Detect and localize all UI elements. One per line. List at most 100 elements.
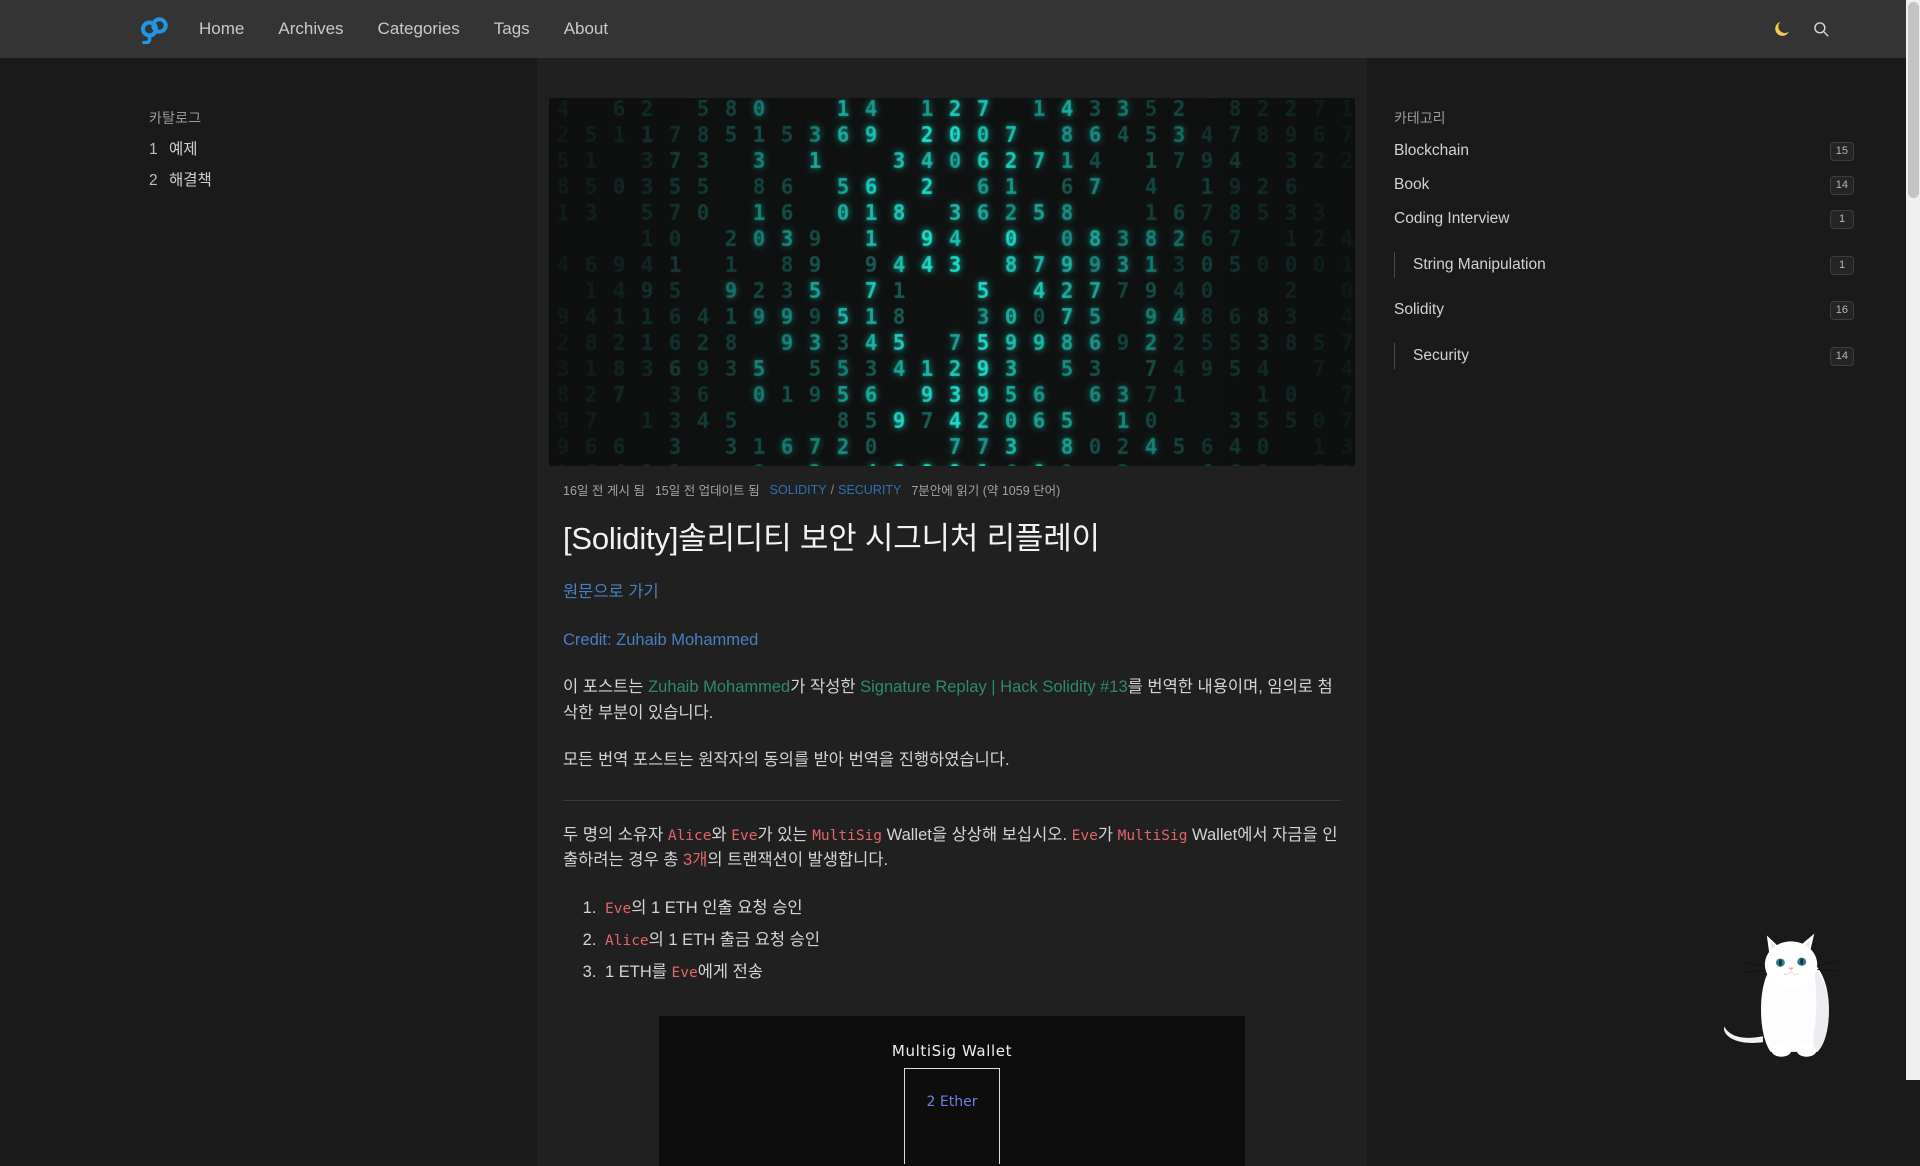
nav-item-home[interactable]: Home <box>182 0 261 58</box>
page-title: [Solidity]솔리디티 보안 시그니처 리플레이 <box>563 521 1100 556</box>
post-body: 원문으로 가기 Credit: Zuhaib Mohammed 이 포스트는 Z… <box>537 580 1367 1166</box>
intro-text-a: 이 포스트는 <box>563 678 649 697</box>
post-category-link[interactable]: SOLIDITY <box>770 483 827 497</box>
category-item-string-manipulation[interactable]: String Manipulation 1 <box>1367 248 1867 282</box>
nav-item-about[interactable]: About <box>547 0 625 58</box>
original-article-link[interactable]: Signature Replay | Hack Solidity #13 <box>860 678 1128 696</box>
category-count-badge: 14 <box>1829 175 1854 195</box>
intro-text-b: 가 작성한 <box>790 678 861 697</box>
step-code-3: Eve <box>671 965 698 982</box>
list-item: Eve의 1 ETH 인출 요청 승인 <box>601 892 1341 924</box>
matrix-digits-canvas <box>549 98 1355 466</box>
category-label: Solidity <box>1394 301 1444 318</box>
top-navbar: Home Archives Categories Tags About <box>0 0 1920 58</box>
meta-separator: / <box>830 482 835 497</box>
original-source-link[interactable]: 원문으로 가기 <box>563 583 659 601</box>
toc-list: 1 예제 2 해결책 <box>149 137 212 199</box>
go-logo-icon <box>141 17 168 44</box>
category-count-badge: 1 <box>1830 209 1854 229</box>
author-link[interactable]: Zuhaib Mohammed <box>648 678 790 696</box>
body-text-a: 두 명의 소유자 <box>563 825 668 844</box>
inline-code-multisig-2: MultiSig <box>1117 827 1188 844</box>
category-item-book[interactable]: Book 14 <box>1367 168 1867 202</box>
diagram-ether-amount: 2 Ether <box>926 1094 978 1111</box>
body-text-d: Wallet을 상상해 보십시오. <box>882 825 1072 844</box>
step-text-3: 에게 전송 <box>697 963 764 982</box>
body-paragraph-1: 두 명의 소유자 Alice와 Eve가 있는 MultiSig Wallet을… <box>563 823 1341 874</box>
body-text-g: 의 트랜잭션이 발생합니다. <box>707 851 889 870</box>
credit-paragraph: Credit: Zuhaib Mohammed <box>563 628 1341 654</box>
category-label: Security <box>1413 347 1469 364</box>
categories-title: 카테고리 <box>1394 110 1446 126</box>
body-text-c: 가 있는 <box>757 825 813 844</box>
step-text-1: 의 1 ETH 인출 요청 승인 <box>631 898 803 917</box>
post-meta: 16일 전 게시 됨 15일 전 업데이트 됨 SOLIDITY / SECUR… <box>563 480 1367 499</box>
categories-sidebar: 카테고리 Blockchain 15 Book 14 Coding Interv… <box>1367 58 1920 1080</box>
section-divider <box>563 799 1341 801</box>
body-text-b: 와 <box>711 825 732 844</box>
site-logo[interactable] <box>133 10 171 48</box>
page-scrollbar-thumb[interactable] <box>1908 2 1919 198</box>
category-label: Blockchain <box>1394 142 1469 159</box>
toc-title: 카탈로그 <box>149 110 202 126</box>
inline-code-multisig: MultiSig <box>812 827 883 844</box>
page-body: 카탈로그 1 예제 2 해결책 16일 전 게시 됨 15일 전 업데이트 됨 … <box>0 58 1920 1166</box>
multisig-wallet-diagram: MultiSig Wallet 2 Ether <box>659 1016 1245 1166</box>
post-published-date: 16일 전 게시 됨 <box>563 484 645 498</box>
toc-item-label: 해결책 <box>169 172 212 189</box>
nav-item-archives[interactable]: Archives <box>261 0 360 58</box>
step-code-1: Eve <box>605 900 632 917</box>
category-label: Coding Interview <box>1394 210 1510 227</box>
toc-item-label: 예제 <box>169 141 198 158</box>
toc-item-example[interactable]: 1 예제 <box>149 137 212 159</box>
list-item: 2 해결책 <box>149 168 212 190</box>
category-count-badge: 14 <box>1829 346 1854 366</box>
credit-link[interactable]: Credit: Zuhaib Mohammed <box>563 631 758 649</box>
step-text-2: 의 1 ETH 출금 요청 승인 <box>648 931 821 950</box>
category-count-badge: 1 <box>1830 255 1854 275</box>
category-item-solidity[interactable]: Solidity 16 <box>1367 293 1867 327</box>
source-link-paragraph: 원문으로 가기 <box>563 580 1341 606</box>
diagram-wallet-box <box>904 1068 1000 1165</box>
intro-paragraph-1: 이 포스트는 Zuhaib Mohammed가 작성한 Signature Re… <box>563 675 1341 726</box>
toc-item-number: 1 <box>149 141 158 158</box>
category-count-badge: 16 <box>1829 300 1854 320</box>
nav-item-categories[interactable]: Categories <box>361 0 477 58</box>
inline-code-eve: Eve <box>731 827 758 844</box>
post-updated-date: 15일 전 업데이트 됨 <box>654 484 760 498</box>
inline-code-eve-2: Eve <box>1071 827 1098 844</box>
toc-item-solution[interactable]: 2 해결책 <box>149 168 212 190</box>
post-subcategory-link[interactable]: SECURITY <box>838 483 901 497</box>
list-item: 1 예제 <box>149 137 212 159</box>
category-count-badge: 15 <box>1829 141 1854 161</box>
category-label: Book <box>1394 176 1430 193</box>
toc-sidebar: 카탈로그 1 예제 2 해결책 <box>0 58 537 1080</box>
post-reading-time: 7분안에 읽기 (약 1059 단어) <box>911 484 1061 498</box>
category-item-security[interactable]: Security 14 <box>1367 339 1867 373</box>
post-hero-image <box>549 98 1355 466</box>
step-code-2: Alice <box>605 933 649 950</box>
steps-list: Eve의 1 ETH 인출 요청 승인 Alice의 1 ETH 출금 요청 승… <box>563 892 1341 989</box>
category-item-coding-interview[interactable]: Coding Interview 1 <box>1367 202 1867 236</box>
list-item: 1 ETH를 Eve에게 전송 <box>601 956 1341 988</box>
category-label: String Manipulation <box>1413 256 1546 273</box>
nav-actions <box>1772 0 1920 58</box>
search-icon <box>1814 22 1829 37</box>
highlight-count: 3개 <box>683 851 708 870</box>
category-subgroup: String Manipulation 1 <box>1367 248 1867 282</box>
body-text-e: 가 <box>1097 825 1118 844</box>
theme-toggle-button[interactable] <box>1772 19 1792 39</box>
article-content: 16일 전 게시 됨 15일 전 업데이트 됨 SOLIDITY / SECUR… <box>537 58 1367 1166</box>
list-item: Alice의 1 ETH 출금 요청 승인 <box>601 924 1341 956</box>
toc-item-number: 2 <box>149 172 158 189</box>
cat-mascot-image <box>1723 933 1837 1057</box>
search-button[interactable] <box>1812 20 1830 38</box>
moon-icon <box>1775 21 1790 36</box>
categories-list: Blockchain 15 Book 14 Coding Interview 1… <box>1367 134 1867 373</box>
intro-paragraph-2: 모든 번역 포스트는 원작자의 동의를 받아 번역을 진행하였습니다. <box>563 751 1010 770</box>
main-nav: Home Archives Categories Tags About <box>182 0 625 58</box>
step-pre-3: 1 ETH를 <box>605 963 672 982</box>
category-item-blockchain[interactable]: Blockchain 15 <box>1367 134 1867 168</box>
nav-item-tags[interactable]: Tags <box>477 0 547 58</box>
category-subgroup: Security 14 <box>1367 339 1867 373</box>
